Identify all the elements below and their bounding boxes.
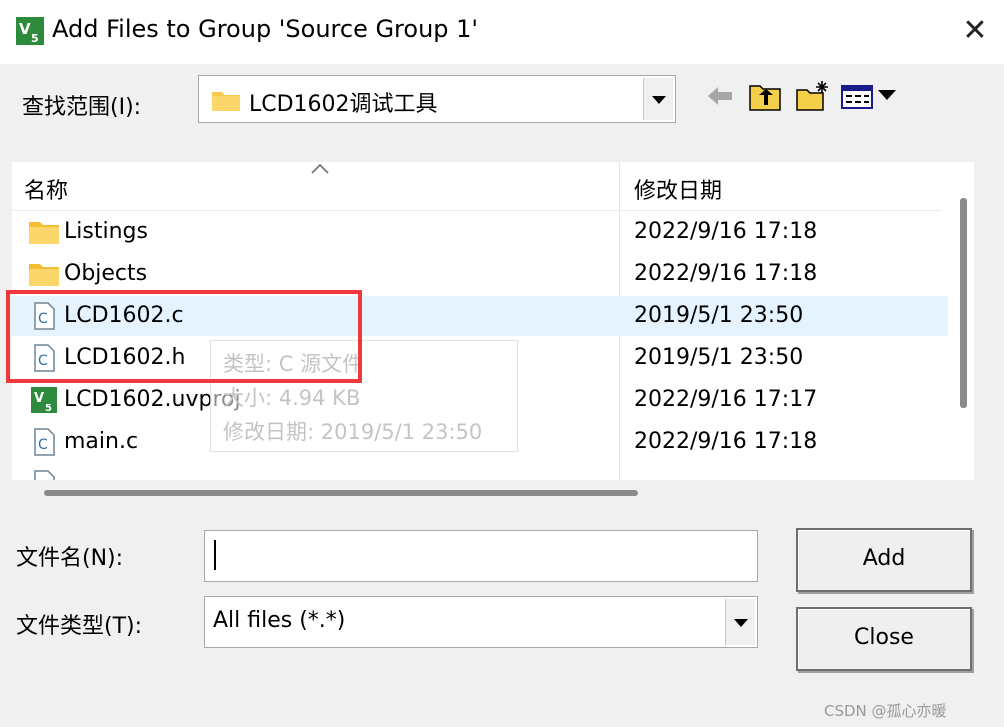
look-in-value: LCD1602调试工具 [249,92,438,117]
file-name: Objects [64,261,148,286]
text-caret [214,540,216,570]
file-name: main.c [64,429,139,454]
tooltip-size: 大小: 4.94 KB [223,386,361,410]
file-date: 2022/9/16 17:18 [634,429,818,454]
folder-icon [212,92,240,111]
file-type-combo[interactable]: All files (*.*) [204,596,758,648]
window-title: Add Files to Group 'Source Group 1' [52,15,479,43]
file-date: 2022/9/16 17:18 [634,261,818,286]
file-date: 2022/9/16 17:17 [634,387,818,412]
look-in-dropdown-button[interactable] [643,78,673,120]
tooltip-modified: 修改日期: 2019/5/1 23:50 [223,420,483,444]
svg-text:5: 5 [31,32,39,45]
look-in-combo[interactable]: LCD1602调试工具 [198,75,676,123]
highlight-box [6,290,362,383]
column-header-date[interactable]: 修改日期 [634,173,722,205]
file-name-label: 文件名(N): [16,546,124,571]
horizontal-scrollbar-thumb[interactable] [44,490,638,496]
svg-text:C: C [38,437,48,453]
c-file-icon: C [34,428,55,456]
look-in-label: 查找范围(I): [22,95,142,120]
file-date: 2022/9/16 17:18 [634,219,818,244]
svg-text:V: V [34,391,44,406]
close-button[interactable]: Close [796,607,972,671]
close-window-button[interactable]: ✕ [958,14,992,48]
list-item-partial[interactable] [12,464,948,480]
svg-text:V: V [19,20,31,38]
back-arrow-icon[interactable] [704,80,738,112]
add-button[interactable]: Add [796,528,972,592]
folder-icon [29,264,59,286]
list-item[interactable]: Listings 2022/9/16 17:18 [12,212,948,252]
uvision-project-icon: V5 [31,387,57,414]
chevron-down-icon [652,96,666,104]
file-type-dropdown-button[interactable] [725,599,755,645]
file-icon [34,470,55,480]
folder-icon [29,222,59,244]
column-header-name[interactable]: 名称 [24,173,68,205]
vertical-scrollbar[interactable] [954,162,974,480]
sort-caret-up-icon [311,163,329,174]
view-menu-icon[interactable] [840,80,898,112]
file-name: Listings [64,219,148,244]
list-item[interactable]: Objects 2022/9/16 17:18 [12,254,948,294]
up-folder-icon[interactable] [748,80,782,112]
vertical-scrollbar-thumb[interactable] [960,198,967,408]
title-bar: V 5 Add Files to Group 'Source Group 1' … [0,0,1004,64]
chevron-down-icon [734,619,748,627]
new-folder-icon[interactable] [795,80,829,112]
list-header: 名称 修改日期 [12,162,942,211]
svg-text:5: 5 [45,403,52,414]
watermark: CSDN @孤心亦暖 [824,702,947,720]
file-date: 2019/5/1 23:50 [634,345,804,370]
uvision-app-icon: V 5 [16,17,44,45]
file-name-input[interactable] [204,530,758,582]
file-type-value: All files (*.*) [213,608,346,633]
file-type-label: 文件类型(T): [16,614,143,639]
file-date: 2019/5/1 23:50 [634,303,804,328]
